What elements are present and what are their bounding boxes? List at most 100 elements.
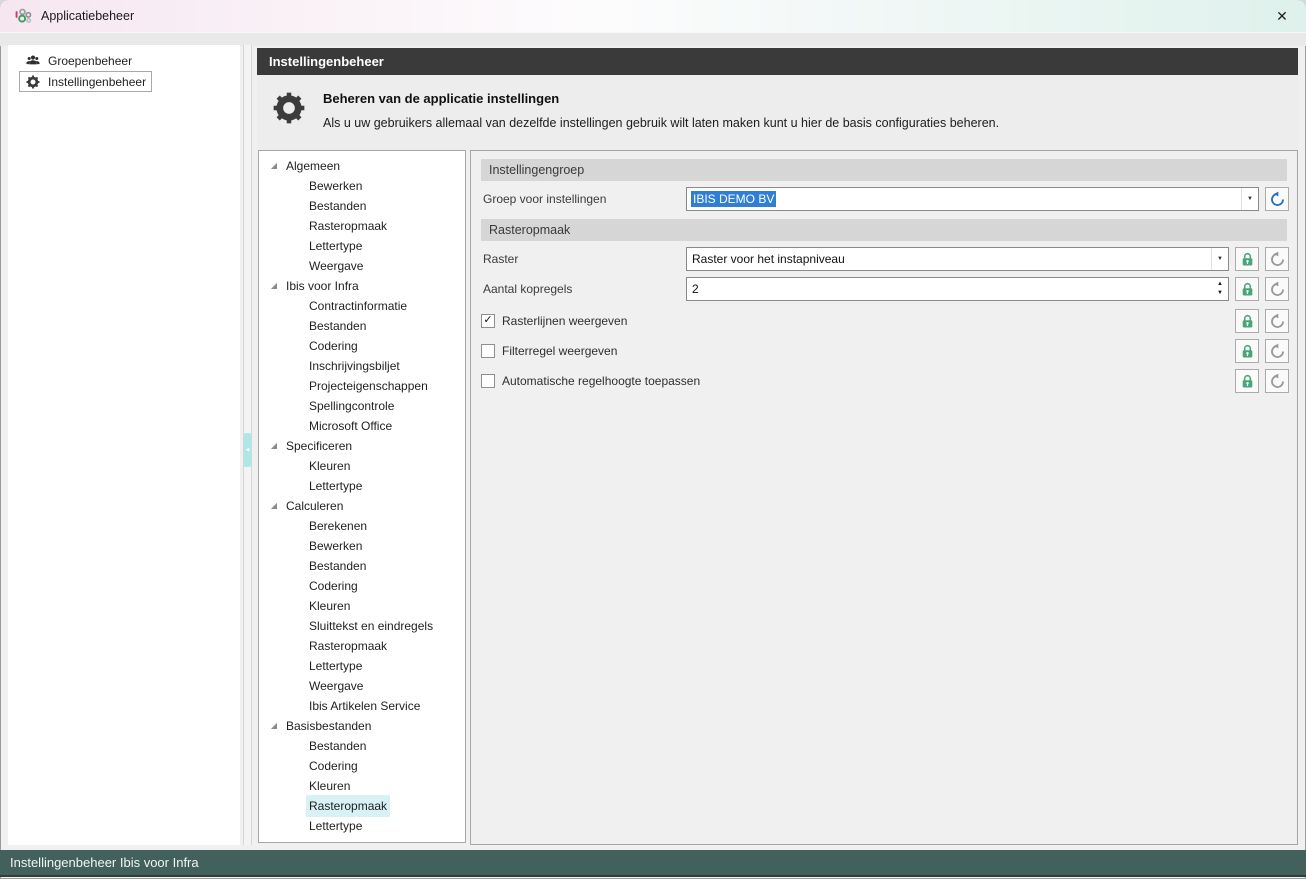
tree-node-calculeren-codering[interactable]: Codering [259,576,465,596]
tree-node-calculeren-sluittekst-en-eindregels[interactable]: Sluittekst en eindregels [259,616,465,636]
tree-node-calculeren[interactable]: ◢Calculeren [259,496,465,516]
tree-node-label: Algemeen [283,155,343,177]
raster-lock-button[interactable] [1235,247,1259,271]
kopregels-undo-button[interactable] [1265,277,1289,301]
title-bar[interactable]: Applicatiebeheer ✕ [0,0,1306,32]
tree-node-calculeren-weergave[interactable]: Weergave [259,676,465,696]
tree-node-label: Kleuren [306,455,353,477]
tree-node-calculeren-ibis-artikelen-service[interactable]: Ibis Artikelen Service [259,696,465,716]
splitter-collapse-handle[interactable]: ◀ [244,433,251,467]
close-button[interactable]: ✕ [1266,2,1298,30]
tree-node-label: Weergave [306,255,366,277]
spin-down-icon[interactable]: ▼ [1217,289,1223,298]
tree-node-calculeren-bestanden[interactable]: Bestanden [259,556,465,576]
lock-button-rasterlijnen-weergeven[interactable] [1235,309,1259,333]
sidebar-item-groepenbeheer[interactable]: Groepenbeheer [19,50,138,71]
tree-node-algemeen-rasteropmaak[interactable]: Rasteropmaak [259,216,465,236]
expander-icon[interactable]: ◢ [268,436,280,456]
tree-node-algemeen-bewerken[interactable]: Bewerken [259,176,465,196]
tree-node-algemeen[interactable]: ◢Algemeen [259,156,465,176]
kopregels-spinner[interactable]: 2 ▲ ▼ [686,277,1229,301]
lock-button-filterregel-weergeven[interactable] [1235,339,1259,363]
checkbox-rasterlijnen-weergeven[interactable]: ✓ [481,314,495,328]
tree-node-algemeen-weergave[interactable]: Weergave [259,256,465,276]
tree-node-label: Codering [306,755,361,777]
expander-icon[interactable]: ◢ [268,276,280,296]
banner-description: Als u uw gebruikers allemaal van dezelfd… [323,116,999,130]
tree-node-algemeen-bestanden[interactable]: Bestanden [259,196,465,216]
lock-icon [1239,373,1256,390]
undo-button-filterregel-weergeven[interactable] [1265,339,1289,363]
tree-node-label: Codering [306,575,361,597]
group-row: Groep voor instellingen IBIS DEMO BV ▼ [471,187,1297,211]
tree-node-label: Kleuren [306,775,353,797]
tree-node-calculeren-kleuren[interactable]: Kleuren [259,596,465,616]
tree-node-label: Rasteropmaak [306,635,390,657]
expander-icon[interactable]: ◢ [268,496,280,516]
kopregels-value: 2 [691,282,700,296]
gear-icon [25,74,41,90]
tree-node-label: Bewerken [306,535,365,557]
tree-node-calculeren-bewerken[interactable]: Bewerken [259,536,465,556]
tree-node-label: Projecteigenschappen [306,375,431,397]
tree-node-label: Microsoft Office [306,415,395,437]
tree-node-label: Basisbestanden [283,715,374,737]
panel-splitter[interactable]: ◀ [243,45,252,845]
checkbox-label: Filterregel weergeven [502,339,617,363]
chevron-down-icon[interactable]: ▼ [1211,248,1228,270]
spin-up-icon[interactable]: ▲ [1217,280,1223,289]
chevron-down-icon[interactable]: ▼ [1241,188,1258,210]
status-text: Instellingenbeheer Ibis voor Infra [10,855,199,870]
sidebar-item-instellingenbeheer[interactable]: Instellingenbeheer [19,71,152,92]
tree-node-basisbestanden[interactable]: ◢Basisbestanden [259,716,465,736]
tree-node-basisbestanden-codering[interactable]: Codering [259,756,465,776]
kopregels-label: Aantal kopregels [483,277,572,301]
tree-node-ibis-voor-infra-microsoft-office[interactable]: Microsoft Office [259,416,465,436]
lock-icon [1239,281,1256,298]
collapse-arrow-icon: ◀ [246,447,250,453]
app-window: Applicatiebeheer ✕ Groepenbeheer Instell… [0,0,1306,879]
tree-node-basisbestanden-bestanden[interactable]: Bestanden [259,736,465,756]
tree-node-specificeren-kleuren[interactable]: Kleuren [259,456,465,476]
tree-node-calculeren-lettertype[interactable]: Lettertype [259,656,465,676]
expander-icon[interactable]: ◢ [268,716,280,736]
raster-undo-button[interactable] [1265,247,1289,271]
undo-button-automatische-regelhoogte-toepassen[interactable] [1265,369,1289,393]
tree-node-ibis-voor-infra-codering[interactable]: Codering [259,336,465,356]
tree-node-basisbestanden-rasteropmaak[interactable]: Rasteropmaak [259,796,465,816]
tree-node-label: Ibis voor Infra [283,275,362,297]
tree-node-basisbestanden-kleuren[interactable]: Kleuren [259,776,465,796]
tree-node-label: Weergave [306,675,366,697]
tree-node-basisbestanden-lettertype[interactable]: Lettertype [259,816,465,836]
raster-combobox[interactable]: Raster voor het instapniveau ▼ [686,247,1229,271]
group-undo-button[interactable] [1265,187,1289,211]
checkbox-row-automatische-regelhoogte-toepassen: Automatische regelhoogte toepassen [471,369,1297,393]
group-combobox[interactable]: IBIS DEMO BV ▼ [686,187,1259,211]
tree-node-ibis-voor-infra[interactable]: ◢Ibis voor Infra [259,276,465,296]
tree-node-ibis-voor-infra-spellingcontrole[interactable]: Spellingcontrole [259,396,465,416]
checkbox-automatische-regelhoogte-toepassen[interactable] [481,374,495,388]
tree-node-specificeren[interactable]: ◢Specificeren [259,436,465,456]
tree-node-ibis-voor-infra-inschrijvingsbiljet[interactable]: Inschrijvingsbiljet [259,356,465,376]
tree-node-calculeren-rasteropmaak[interactable]: Rasteropmaak [259,636,465,656]
undo-button-rasterlijnen-weergeven[interactable] [1265,309,1289,333]
module-header: Instellingenbeheer [257,48,1298,75]
sidebar-item-label: Groepenbeheer [48,54,132,68]
tree-node-ibis-voor-infra-bestanden[interactable]: Bestanden [259,316,465,336]
kopregels-row: Aantal kopregels 2 ▲ ▼ [471,277,1297,301]
tree-node-algemeen-lettertype[interactable]: Lettertype [259,236,465,256]
expander-icon[interactable]: ◢ [268,156,280,176]
people-glyph [25,53,41,69]
tree-node-specificeren-lettertype[interactable]: Lettertype [259,476,465,496]
checkbox-filterregel-weergeven[interactable] [481,344,495,358]
section-header-instellingengroep: Instellingengroep [481,159,1287,181]
tree-node-label: Bestanden [306,555,369,577]
tree-node-ibis-voor-infra-contractinformatie[interactable]: Contractinformatie [259,296,465,316]
lock-button-automatische-regelhoogte-toepassen[interactable] [1235,369,1259,393]
banner-title: Beheren van de applicatie instellingen [323,91,999,106]
tree-node-ibis-voor-infra-projecteigenschappen[interactable]: Projecteigenschappen [259,376,465,396]
tree-node-label: Sluittekst en eindregels [306,615,436,637]
checkbox-row-rasterlijnen-weergeven: ✓Rasterlijnen weergeven [471,309,1297,333]
tree-node-calculeren-berekenen[interactable]: Berekenen [259,516,465,536]
kopregels-lock-button[interactable] [1235,277,1259,301]
